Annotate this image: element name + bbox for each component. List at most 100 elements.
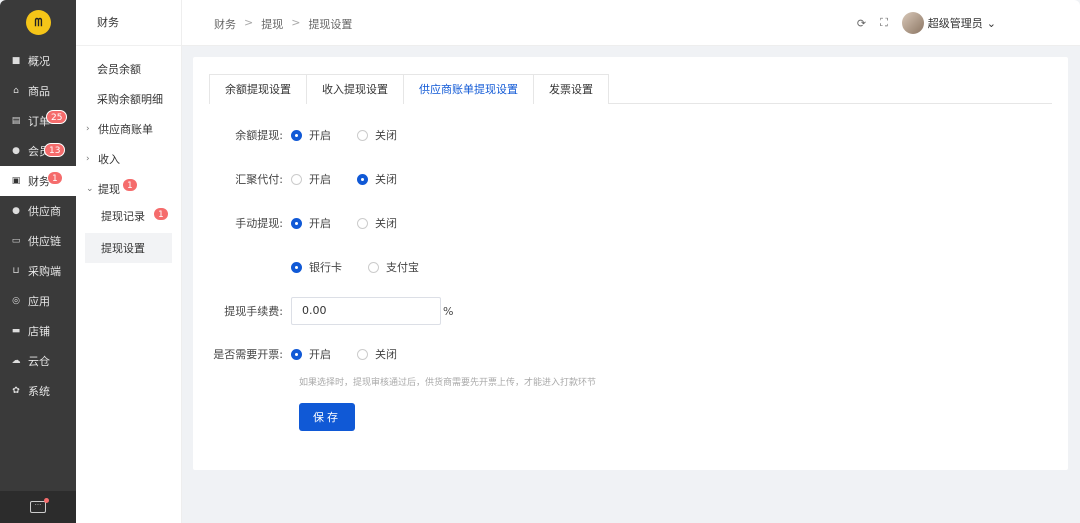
- invoice-required-label: 是否需要开票:: [213, 348, 283, 361]
- chevron-down-icon: ⌄: [986, 16, 996, 30]
- user-icon: ●: [12, 206, 20, 216]
- subnav-withdraw-settings[interactable]: 提现设置: [85, 233, 172, 263]
- fullscreen-icon[interactable]: ⛶: [880, 16, 888, 30]
- rail-item-supplier[interactable]: ● 供应商: [0, 196, 76, 226]
- app-logo[interactable]: ᗰ: [26, 10, 51, 35]
- members-badge: 13: [44, 143, 66, 157]
- subnav-purchase-balance[interactable]: 采购余额明细: [76, 84, 182, 114]
- radio-unchecked-icon: [357, 129, 368, 141]
- withdraw-fee-input[interactable]: 0.00: [291, 297, 441, 325]
- save-button[interactable]: 保存: [299, 403, 355, 431]
- refresh-icon[interactable]: ⟳: [857, 17, 866, 30]
- invoice-required-on[interactable]: 开启: [291, 346, 331, 362]
- breadcrumb-separator: >: [244, 16, 254, 29]
- user-icon: ●: [12, 146, 20, 156]
- withdraw-fee-row: 提现手续费: 0.00 %: [193, 297, 453, 325]
- withdraw-badge: 1: [122, 178, 138, 192]
- monitor-icon: ■: [11, 56, 21, 66]
- home-icon: ⌂: [13, 86, 19, 96]
- subnav-withdraw-records[interactable]: 提现记录 1: [76, 201, 182, 231]
- radio-unchecked-icon: [291, 173, 302, 185]
- chat-unread-dot: [44, 498, 49, 503]
- tab-balance-withdraw[interactable]: 余额提现设置: [209, 74, 307, 104]
- avatar: [901, 12, 924, 34]
- breadcrumb-separator: >: [291, 16, 301, 29]
- breadcrumb-withdraw-settings: 提现设置: [308, 18, 353, 31]
- subnav-income[interactable]: › 收入: [76, 144, 182, 174]
- invoice-hint: 如果选择时，提现审核通过后，供货商需要先开票上传，才能进入打款环节: [299, 378, 597, 388]
- chat-button[interactable]: ···: [0, 491, 76, 523]
- store-icon: ▬: [11, 326, 21, 336]
- radio-checked-icon: [291, 348, 302, 360]
- breadcrumb-withdraw[interactable]: 提现: [261, 16, 283, 32]
- rail-item-overview[interactable]: ■ 概况: [0, 46, 76, 76]
- tab-income-withdraw[interactable]: 收入提现设置: [306, 74, 404, 104]
- chevron-right-icon: ›: [86, 124, 90, 134]
- withdraw-fee-label: 提现手续费:: [224, 305, 283, 318]
- chat-icon: ···: [30, 498, 49, 513]
- rail-item-members[interactable]: ● 会员 13: [0, 136, 76, 166]
- clipboard-icon: ▤: [11, 116, 21, 126]
- rail-item-system[interactable]: ✿ 系统: [0, 376, 76, 406]
- breadcrumb-finance[interactable]: 财务: [214, 16, 236, 32]
- top-bar: 财务 > 提现 > 提现设置 ⟳ ⛶ 超级管理员 ⌄: [182, 0, 1080, 46]
- finance-badge: 1: [47, 171, 63, 185]
- subnav-withdraw[interactable]: ⌄ 提现 1: [76, 174, 182, 204]
- subnav-member-balance[interactable]: 会员余额: [76, 54, 182, 84]
- balance-withdraw-on[interactable]: 开启: [291, 127, 331, 143]
- radio-unchecked-icon: [357, 348, 368, 360]
- aggregate-pay-off[interactable]: 关闭: [357, 171, 397, 187]
- tab-supplier-bill-withdraw[interactable]: 供应商账单提现设置: [403, 74, 534, 104]
- invoice-required-off[interactable]: 关闭: [357, 346, 397, 362]
- balance-withdraw-row: 余额提现: 开启 关闭: [193, 125, 423, 145]
- rail-item-orders[interactable]: ▤ 订单 25: [0, 106, 76, 136]
- channel-bank-card[interactable]: 银行卡: [291, 259, 342, 275]
- radio-unchecked-icon: [357, 217, 368, 229]
- user-menu[interactable]: 超级管理员 ⌄: [901, 12, 996, 34]
- radio-checked-icon: [291, 261, 302, 273]
- radio-checked-icon: [291, 129, 302, 141]
- channel-alipay[interactable]: 支付宝: [368, 259, 419, 275]
- rail-item-supply-chain[interactable]: ▭ 供应链: [0, 226, 76, 256]
- rail-item-apps[interactable]: ◎ 应用: [0, 286, 76, 316]
- rail-item-cloud[interactable]: ☁ 云仓: [0, 346, 76, 376]
- radio-checked-icon: [357, 173, 368, 185]
- withdraw-records-badge: 1: [153, 207, 169, 221]
- chevron-down-icon: ⌄: [86, 184, 94, 194]
- truck-icon: ▭: [11, 236, 21, 246]
- manual-withdraw-on[interactable]: 开启: [291, 215, 331, 231]
- wallet-icon: ▣: [11, 176, 21, 186]
- rail-item-finance[interactable]: ▣ 财务 1: [0, 166, 76, 196]
- rail-item-purchase[interactable]: ⊔ 采购端: [0, 256, 76, 286]
- topbar-actions: ⟳ ⛶ 超级管理员 ⌄: [857, 12, 996, 34]
- balance-withdraw-label: 余额提现:: [235, 129, 283, 142]
- manual-withdraw-row: 手动提现: 开启 关闭: [193, 213, 423, 233]
- breadcrumb: 财务 > 提现 > 提现设置: [214, 16, 352, 32]
- orders-badge: 25: [46, 110, 68, 124]
- withdraw-channel-row: 银行卡 支付宝: [193, 257, 445, 277]
- user-name: 超级管理员: [927, 17, 983, 30]
- subnav-title: 财务: [76, 0, 181, 46]
- chevron-right-icon: ›: [86, 154, 90, 164]
- radio-checked-icon: [291, 217, 302, 229]
- radio-unchecked-icon: [368, 261, 379, 273]
- manual-withdraw-off[interactable]: 关闭: [357, 215, 397, 231]
- settings-icon: ✿: [12, 386, 20, 396]
- tab-invoice-settings[interactable]: 发票设置: [533, 74, 609, 104]
- aggregate-pay-row: 汇聚代付: 开启 关闭: [193, 169, 423, 189]
- settings-tabs: 余额提现设置 收入提现设置 供应商账单提现设置 发票设置: [209, 74, 1052, 104]
- cloud-icon: ☁: [11, 356, 21, 366]
- gear-icon: ◎: [12, 296, 20, 306]
- aggregate-pay-on[interactable]: 开启: [291, 171, 331, 187]
- invoice-required-row: 是否需要开票: 开启 关闭: [193, 344, 423, 364]
- settings-card: 余额提现设置 收入提现设置 供应商账单提现设置 发票设置 余额提现: 开启 关闭…: [193, 57, 1068, 470]
- aggregate-pay-label: 汇聚代付:: [235, 173, 283, 186]
- subnav-supplier-bill[interactable]: › 供应商账单: [76, 114, 182, 144]
- finance-subnav: 财务 会员余额 采购余额明细 › 供应商账单 › 收入 ⌄ 提现 1 提现记录 …: [76, 0, 182, 523]
- withdraw-fee-unit: %: [443, 304, 454, 318]
- balance-withdraw-off[interactable]: 关闭: [357, 127, 397, 143]
- rail-item-store[interactable]: ▬ 店铺: [0, 316, 76, 346]
- rail-item-goods[interactable]: ⌂ 商品: [0, 76, 76, 106]
- manual-withdraw-label: 手动提现:: [235, 217, 283, 230]
- main-sidebar: ᗰ ■ 概况 ⌂ 商品 ▤ 订单 25 ● 会员 13 ▣ 财务 1 ● 供应商…: [0, 0, 76, 523]
